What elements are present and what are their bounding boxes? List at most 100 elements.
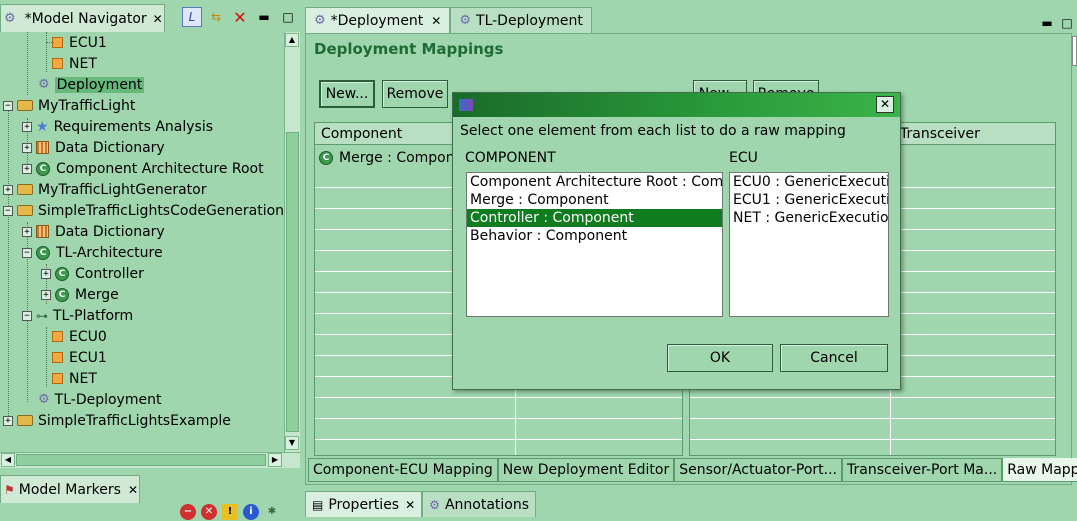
collapse-icon[interactable]: − xyxy=(3,205,13,216)
delete-icon[interactable]: ✕ xyxy=(230,7,250,27)
scroll-up-icon[interactable]: ▲ xyxy=(285,33,299,47)
tree-item-label: TL-Deployment xyxy=(54,391,162,408)
tab-annotations[interactable]: ⚙ Annotations xyxy=(422,491,537,517)
remove-button[interactable]: Remove xyxy=(382,80,448,108)
tab-component-ecu-mapping[interactable]: Component-ECU Mapping xyxy=(308,458,498,482)
link-with-editor-icon[interactable]: ⇆ xyxy=(206,7,226,27)
component-list[interactable]: Component Architecture Root : Component … xyxy=(466,172,723,317)
tree-item-tl-platform[interactable]: − ⊶ TL-Platform xyxy=(22,305,133,326)
project-icon xyxy=(17,415,33,426)
remove-icon[interactable]: − xyxy=(180,504,196,520)
markers-icon: ⚑ xyxy=(4,482,15,497)
scroll-thumb[interactable] xyxy=(16,454,266,466)
tree-item-net[interactable]: NET xyxy=(50,53,97,74)
tree-item-deployment[interactable]: ⚙ Deployment xyxy=(38,74,145,95)
minimize-icon[interactable]: ▬ xyxy=(254,7,274,27)
list-item[interactable]: ECU0 : GenericExecutionUnit xyxy=(730,173,888,191)
ecu-icon xyxy=(52,58,63,69)
tree-item-controller[interactable]: + C Controller xyxy=(41,263,144,284)
scroll-right-icon[interactable]: ▶ xyxy=(268,453,282,467)
collapse-icon[interactable]: − xyxy=(22,247,32,258)
expand-icon[interactable]: + xyxy=(41,289,51,300)
expand-icon[interactable]: + xyxy=(22,226,32,237)
tree-item-tl-architecture[interactable]: − C TL-Architecture xyxy=(22,242,163,263)
scroll-left-icon[interactable]: ◀ xyxy=(1,453,15,467)
tab-properties[interactable]: ▤ Properties ✕ xyxy=(305,491,423,517)
collapse-all-icon[interactable]: L xyxy=(182,7,202,27)
warning-icon[interactable]: ! xyxy=(222,504,238,520)
tab-new-deployment-editor[interactable]: New Deployment Editor xyxy=(497,458,675,482)
scroll-down-icon[interactable]: ▼ xyxy=(285,436,299,450)
ecu-list[interactable]: ECU0 : GenericExecutionUnit ECU1 : Gener… xyxy=(729,172,889,317)
navigator-horizontal-scrollbar[interactable]: ◀ ▶ xyxy=(0,452,300,468)
maximize-icon[interactable]: □ xyxy=(1057,13,1077,33)
list-item[interactable]: NET : GenericExecutionUnit xyxy=(730,209,888,227)
tree-item-merge[interactable]: + C Merge xyxy=(41,284,119,305)
dialog-title-bar[interactable]: ✕ xyxy=(453,93,900,117)
list-item[interactable]: Behavior : Component xyxy=(467,227,722,245)
markers-toolbar: − ✕ ! i ✱ xyxy=(180,503,300,521)
tab-raw-mappings[interactable]: Raw Mappings xyxy=(1002,458,1077,482)
list-item-selected[interactable]: Controller : Component xyxy=(467,209,722,227)
tree-item-data-dictionary[interactable]: + Data Dictionary xyxy=(22,137,165,158)
tab-model-markers[interactable]: ⚑ Model Markers ✕ xyxy=(0,475,140,503)
error-icon[interactable]: ✕ xyxy=(201,504,217,520)
data-dictionary-icon xyxy=(36,141,49,154)
tree-item-simple-traffic-lights-codegen[interactable]: − SimpleTrafficLightsCodeGenerationExa xyxy=(3,200,284,221)
close-icon[interactable]: ✕ xyxy=(431,14,441,28)
tree-item-ecu1-b[interactable]: ECU1 xyxy=(50,347,107,368)
tree-item-label: Controller xyxy=(75,265,144,282)
maximize-icon[interactable]: □ xyxy=(278,7,298,27)
expand-icon[interactable]: + xyxy=(22,121,32,132)
close-icon[interactable]: ✕ xyxy=(153,12,163,26)
tree-item-mytrafficlightgenerator[interactable]: + MyTrafficLightGenerator xyxy=(3,179,206,200)
annotations-icon: ⚙ xyxy=(429,497,440,512)
tree-item-label: SimpleTrafficLightsCodeGenerationExa xyxy=(38,202,284,219)
tree-item-requirements-analysis[interactable]: + ★ Requirements Analysis xyxy=(22,116,213,137)
minimize-icon[interactable]: ▬ xyxy=(1037,13,1057,33)
tree-item-tl-deployment[interactable]: ⚙ TL-Deployment xyxy=(38,389,161,410)
scroll-thumb[interactable] xyxy=(286,132,299,432)
tree-item-component-architecture-root[interactable]: + C Component Architecture Root xyxy=(22,158,264,179)
tree-item-ecu0[interactable]: ECU0 xyxy=(50,326,107,347)
bug-icon[interactable]: ✱ xyxy=(264,504,280,520)
collapse-icon[interactable]: − xyxy=(22,310,32,321)
close-icon[interactable]: ✕ xyxy=(405,498,415,512)
expand-icon[interactable]: + xyxy=(3,184,13,195)
tab-model-markers-label: Model Markers xyxy=(18,481,121,498)
tab-sensor-actuator-port[interactable]: Sensor/Actuator-Port... xyxy=(674,458,842,482)
page-title: Deployment Mappings xyxy=(314,40,504,58)
tree-item-mytrafficlight[interactable]: − MyTrafficLight xyxy=(3,95,135,116)
expand-icon[interactable]: + xyxy=(22,142,32,153)
ecu-icon xyxy=(52,331,63,342)
expand-icon[interactable]: + xyxy=(41,268,51,279)
tree-item-label: Deployment xyxy=(54,76,145,93)
close-icon[interactable]: ✕ xyxy=(876,96,894,113)
tree-item-label: MyTrafficLight xyxy=(38,97,136,114)
expand-icon[interactable]: + xyxy=(3,415,13,426)
tab-model-navigator[interactable]: ⚙ *Model Navigator ✕ xyxy=(0,4,165,32)
info-icon[interactable]: i xyxy=(243,504,259,520)
close-icon[interactable]: ✕ xyxy=(128,483,138,497)
tree-item-label: TL-Platform xyxy=(53,307,134,324)
tab-tl-deployment[interactable]: ⚙ TL-Deployment xyxy=(450,7,593,33)
tree-item-ecu1[interactable]: ECU1 xyxy=(46,32,107,53)
project-icon xyxy=(17,205,33,216)
cancel-button[interactable]: Cancel xyxy=(780,344,888,372)
ok-button[interactable]: OK xyxy=(667,344,773,372)
tree-item-data-dictionary-2[interactable]: + Data Dictionary xyxy=(22,221,165,242)
list-item[interactable]: Merge : Component xyxy=(467,191,722,209)
expand-icon[interactable]: + xyxy=(22,163,32,174)
list-item[interactable]: ECU1 : GenericExecutionUnit xyxy=(730,191,888,209)
navigator-vertical-scrollbar[interactable]: ▲ ▼ xyxy=(284,32,300,452)
new-button[interactable]: New... xyxy=(319,80,375,108)
tab-transceiver-port-mapping[interactable]: Transceiver-Port Ma... xyxy=(842,458,1003,482)
collapse-icon[interactable]: − xyxy=(3,100,13,111)
tab-label: *Deployment xyxy=(330,12,424,29)
tree-item-net-b[interactable]: NET xyxy=(50,368,97,389)
tab-deployment[interactable]: ⚙ *Deployment ✕ xyxy=(305,7,451,33)
editor-page-tabs: Component-ECU Mapping New Deployment Edi… xyxy=(308,458,1077,484)
tree-item-simple-traffic-lights-example[interactable]: + SimpleTrafficLightsExample xyxy=(3,410,231,431)
list-item[interactable]: Component Architecture Root : Component xyxy=(467,173,722,191)
component-icon: C xyxy=(55,287,69,302)
